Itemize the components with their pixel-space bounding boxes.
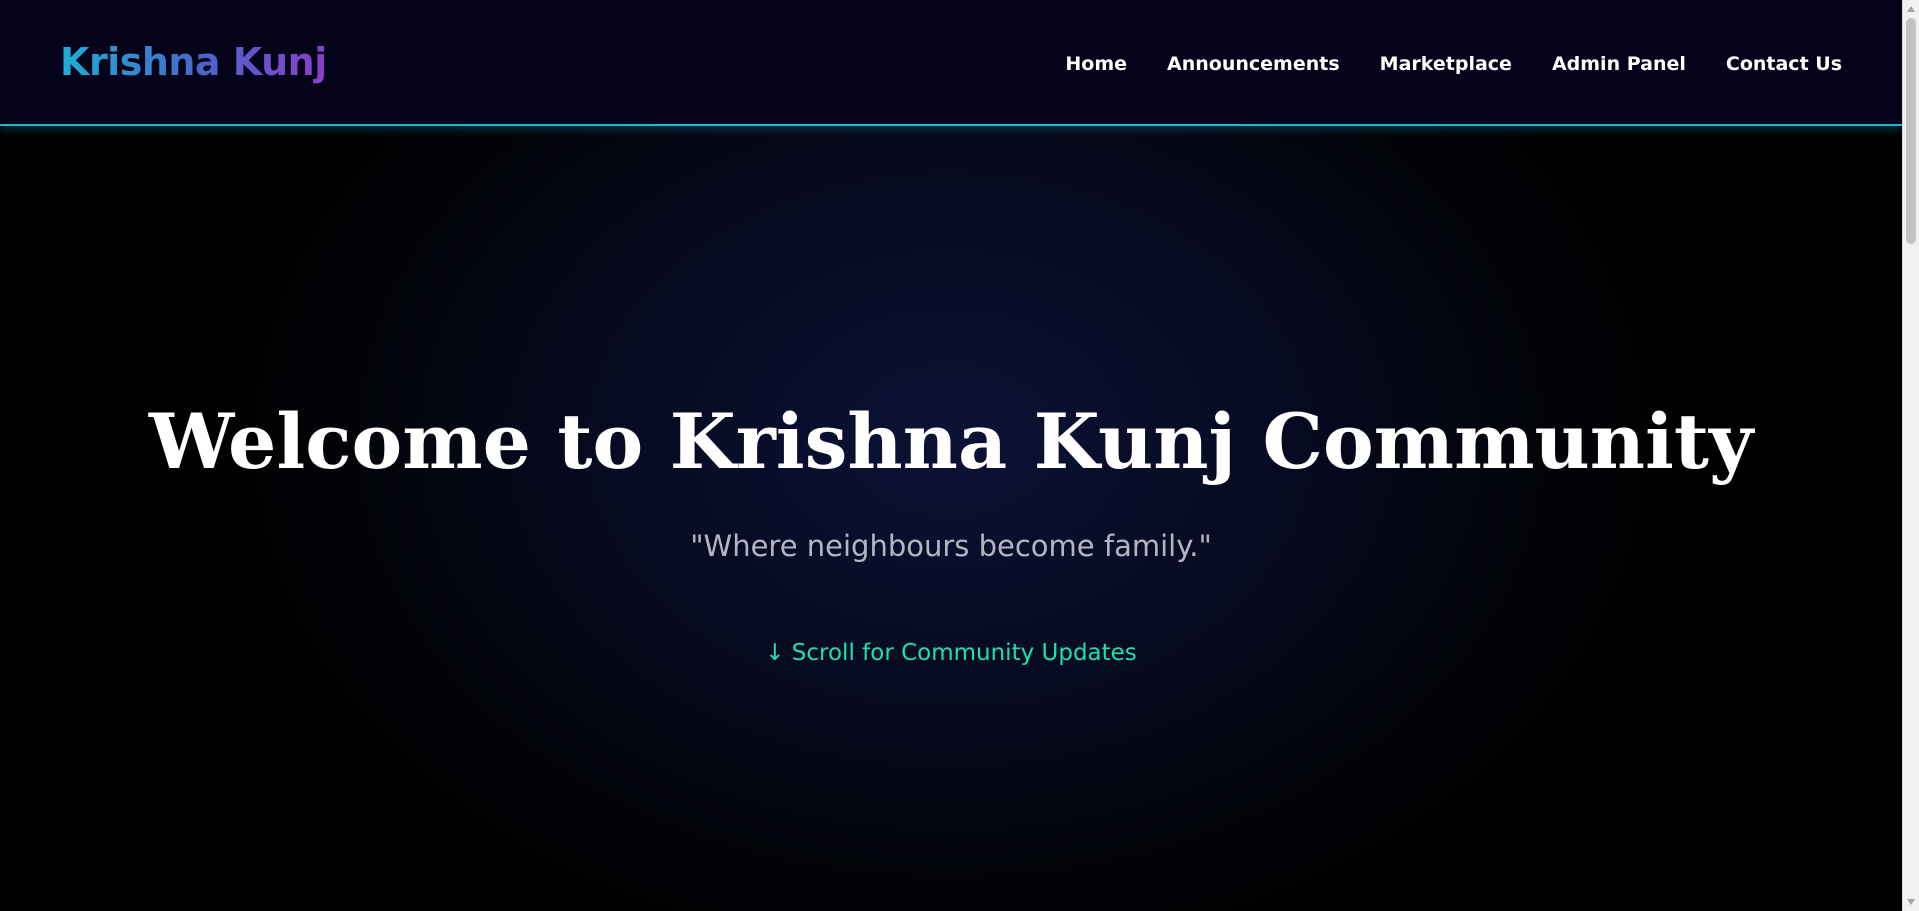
vertical-scrollbar[interactable] xyxy=(1902,0,1919,911)
nav-link-admin-panel[interactable]: Admin Panel xyxy=(1552,50,1686,78)
browser-page: Krishna Kunj Home Announcements Marketpl… xyxy=(0,0,1919,911)
hero-subtitle: "Where neighbours become family." xyxy=(690,529,1212,563)
nav-link-home[interactable]: Home xyxy=(1065,50,1127,78)
scrollbar-thumb[interactable] xyxy=(1906,18,1916,244)
scroll-updates-link[interactable]: ↓ Scroll for Community Updates xyxy=(0,636,1902,670)
navbar: Krishna Kunj Home Announcements Marketpl… xyxy=(0,0,1902,126)
scroll-up-arrow-icon[interactable] xyxy=(1907,6,1915,12)
page-viewport: Krishna Kunj Home Announcements Marketpl… xyxy=(0,0,1902,911)
nav-link-contact-us[interactable]: Contact Us xyxy=(1726,50,1842,78)
hero-title: Welcome to Krishna Kunj Community xyxy=(148,397,1754,486)
nav-link-marketplace[interactable]: Marketplace xyxy=(1380,50,1512,78)
scroll-down-arrow-icon[interactable] xyxy=(1907,899,1915,905)
nav-link-announcements[interactable]: Announcements xyxy=(1167,50,1340,78)
nav-links: Home Announcements Marketplace Admin Pan… xyxy=(1065,50,1842,78)
brand-logo[interactable]: Krishna Kunj xyxy=(60,38,327,86)
